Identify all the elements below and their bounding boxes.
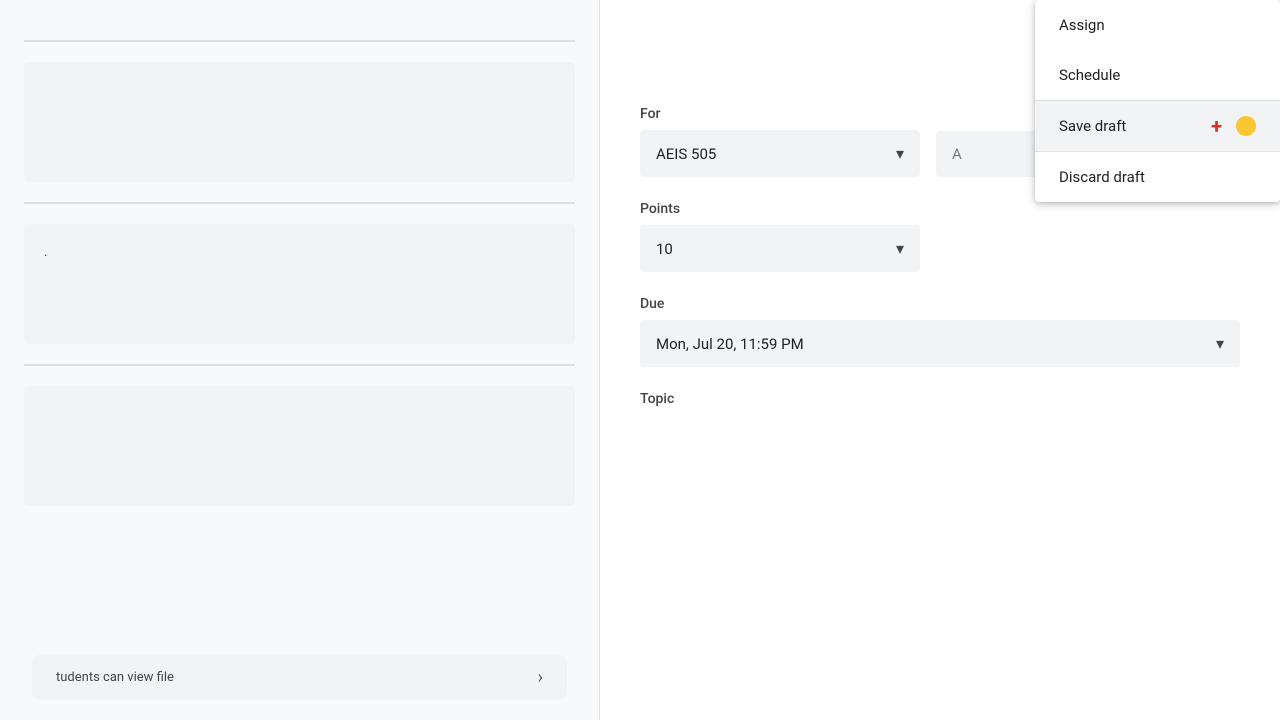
content-block-2: . [24,224,575,344]
divider-line-2 [24,202,575,204]
save-draft-icons: + [1211,114,1256,138]
course-dropdown-arrow: ▾ [896,144,904,163]
dropdown-item-save-draft[interactable]: Save draft + [1035,101,1280,151]
topic-label: Topic [640,391,1240,407]
due-select[interactable]: Mon, Jul 20, 11:59 PM ▾ [640,320,1240,367]
orange-circle-icon [1236,116,1256,136]
right-panel: Saved Assign Schedule Save draft + [600,0,1280,720]
assign-label: Assign [1059,16,1105,34]
plus-icon: + [1211,114,1222,138]
points-select[interactable]: 10 ▾ [640,225,920,272]
course-select[interactable]: AEIS 505 ▾ [640,130,920,177]
due-dropdown-arrow: ▾ [1216,334,1224,353]
divider-line-3 [24,364,575,366]
points-value: 10 [656,240,673,258]
discard-draft-label: Discard draft [1059,168,1145,186]
dropdown-item-discard-draft[interactable]: Discard draft [1035,152,1280,202]
chevron-right-icon: › [538,667,543,688]
dropdown-item-schedule[interactable]: Schedule [1035,50,1280,100]
dropdown-menu: Assign Schedule Save draft + Discard dra… [1035,0,1280,202]
points-dropdown-arrow: ▾ [896,239,904,258]
left-panel: . tudents can view file › [0,0,600,720]
content-block-1 [24,62,575,182]
right-header: Saved Assign Schedule Save draft + [640,0,1240,40]
divider-line [24,40,575,42]
course-value: AEIS 505 [656,145,716,163]
due-label: Due [640,296,1240,312]
due-value: Mon, Jul 20, 11:59 PM [656,335,804,353]
dropdown-item-assign[interactable]: Assign [1035,0,1280,50]
assign-partial-text: A [952,145,962,163]
content-area: . [0,20,599,700]
content-block-3 [24,386,575,506]
bottom-bar-text: tudents can view file [56,670,174,685]
points-label: Points [640,201,1240,217]
period-text: . [44,244,555,260]
bottom-bar[interactable]: tudents can view file › [32,655,567,700]
schedule-label: Schedule [1059,66,1120,84]
